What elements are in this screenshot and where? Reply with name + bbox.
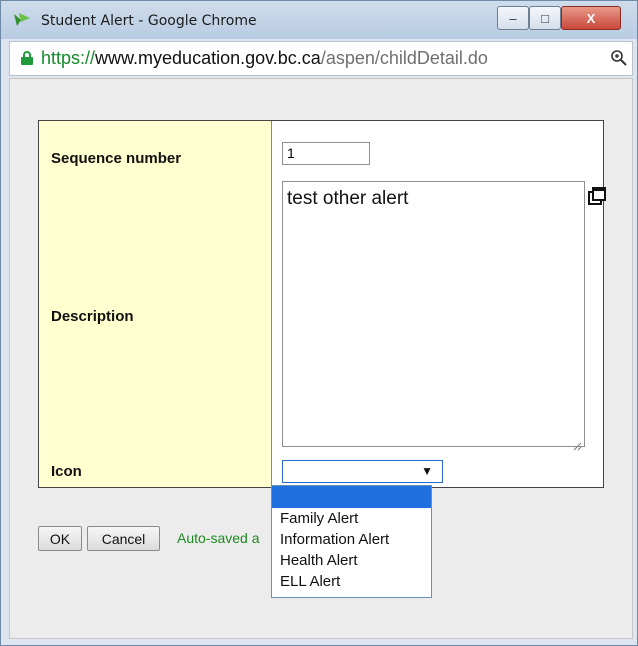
ok-button[interactable]: OK bbox=[38, 526, 82, 551]
icon-option-ell-alert[interactable]: ELL Alert bbox=[272, 571, 431, 592]
description-label: Description bbox=[51, 308, 134, 325]
icon-option-health-alert[interactable]: Health Alert bbox=[272, 550, 431, 571]
url-path: /aspen/childDetail.do bbox=[320, 48, 488, 68]
icon-dropdown-list: Family Alert Information Alert Health Al… bbox=[271, 485, 432, 598]
app-icon bbox=[13, 12, 31, 28]
maximize-button[interactable]: □ bbox=[529, 6, 561, 30]
title-bar[interactable]: Student Alert - Google Chrome – □ X bbox=[1, 1, 637, 39]
expand-icon[interactable] bbox=[588, 187, 606, 205]
minimize-button[interactable]: – bbox=[497, 6, 529, 30]
alert-form: Sequence number Description Icon 1 test … bbox=[38, 120, 606, 488]
label-column: Sequence number Description Icon bbox=[39, 121, 272, 487]
dropdown-arrow-icon: ▼ bbox=[421, 464, 433, 478]
icon-option-information-alert[interactable]: Information Alert bbox=[272, 529, 431, 550]
sequence-number-input[interactable]: 1 bbox=[282, 142, 370, 165]
url-scheme: https:// bbox=[41, 48, 96, 68]
cancel-button[interactable]: Cancel bbox=[87, 526, 160, 551]
url-text: https://www.myeducation.gov.bc.ca/aspen/… bbox=[41, 48, 488, 69]
icon-label: Icon bbox=[51, 463, 82, 480]
description-textarea[interactable]: test other alert bbox=[282, 181, 585, 451]
address-bar[interactable]: https://www.myeducation.gov.bc.ca/aspen/… bbox=[9, 41, 633, 76]
description-text: test other alert bbox=[287, 188, 409, 209]
icon-select[interactable]: ▼ bbox=[282, 460, 443, 483]
close-button[interactable]: X bbox=[561, 6, 621, 30]
resize-handle-icon[interactable] bbox=[573, 435, 582, 451]
icon-option-family-alert[interactable]: Family Alert bbox=[272, 508, 431, 529]
icon-option-blank[interactable] bbox=[272, 486, 431, 508]
sequence-label: Sequence number bbox=[51, 150, 182, 167]
lock-icon bbox=[19, 50, 35, 66]
window-title: Student Alert - Google Chrome bbox=[41, 13, 257, 29]
zoom-icon[interactable] bbox=[610, 49, 628, 67]
autosave-status: Auto-saved a bbox=[177, 530, 260, 546]
url-host: www.myeducation.gov.bc.ca bbox=[95, 48, 321, 68]
